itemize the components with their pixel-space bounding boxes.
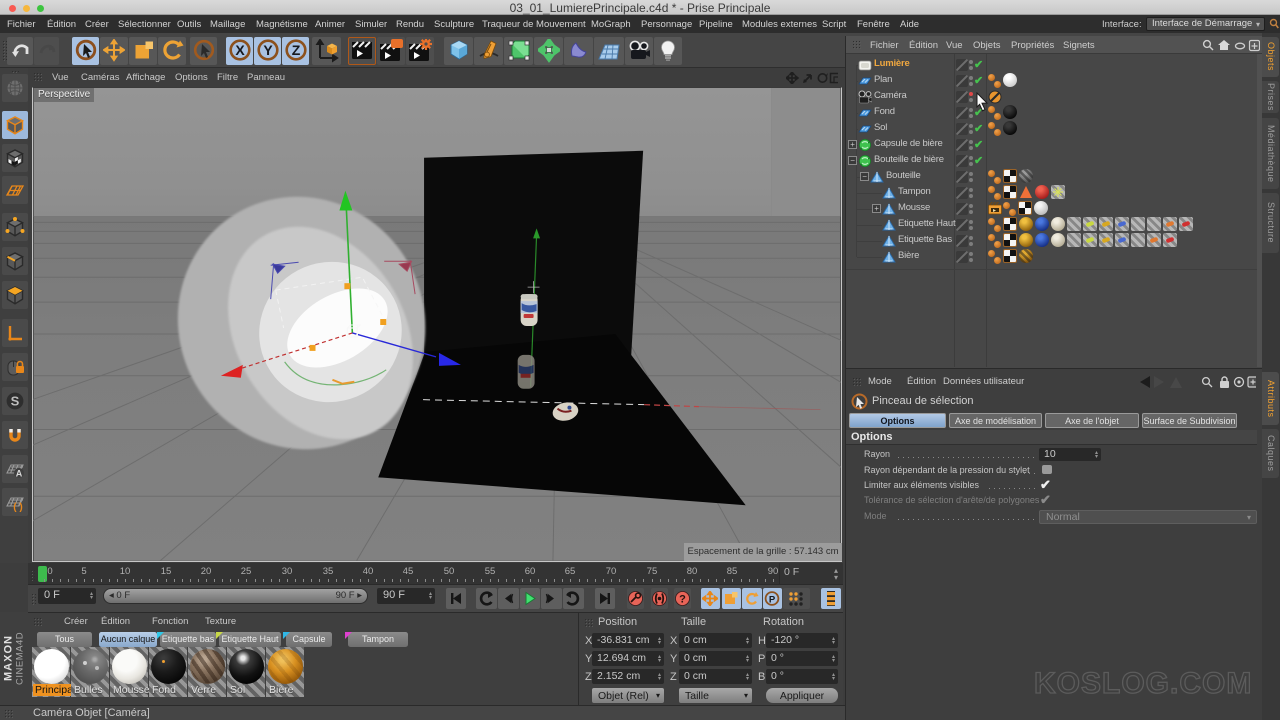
svg-text:Z: Z	[292, 42, 301, 58]
svg-text:?: ?	[679, 594, 686, 606]
svg-text:X: X	[235, 42, 245, 58]
svg-text:P: P	[769, 595, 776, 606]
svg-text:S: S	[11, 394, 20, 409]
svg-text:( ): ( )	[13, 502, 22, 512]
svg-text:Y: Y	[263, 42, 273, 58]
svg-text:A: A	[16, 469, 23, 479]
